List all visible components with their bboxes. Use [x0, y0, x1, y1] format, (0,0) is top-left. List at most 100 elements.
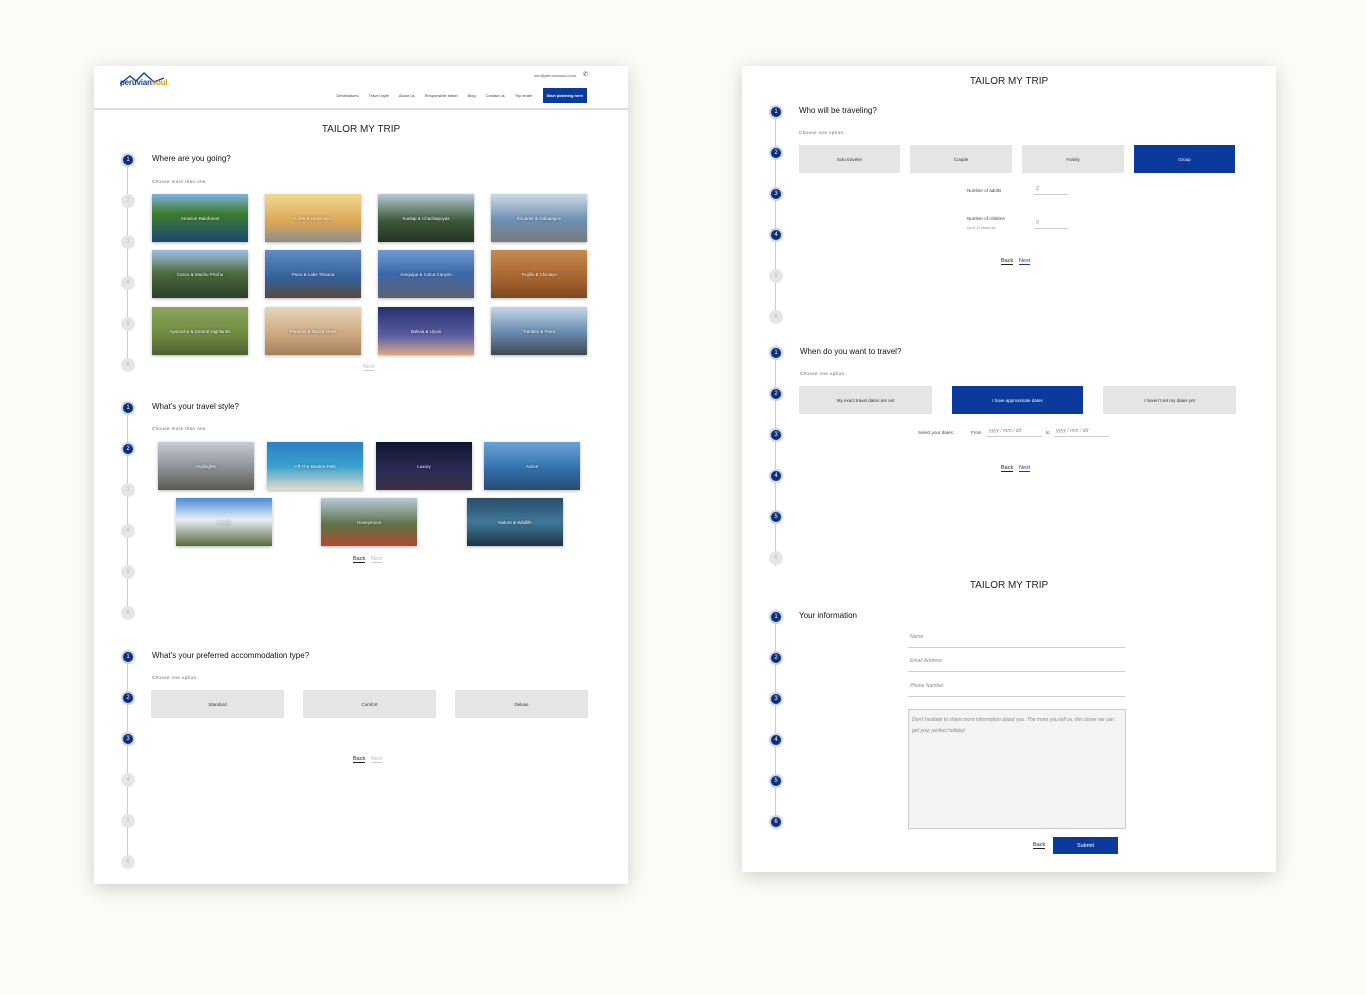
- step-4: 4: [121, 276, 135, 290]
- step-rail: [127, 656, 128, 862]
- from-date-input[interactable]: yyyy / mm / dd: [987, 426, 1042, 437]
- destination-tile[interactable]: Ecuador & Galapagos: [491, 194, 587, 242]
- name-input[interactable]: Name: [908, 632, 1125, 648]
- accommodation-option[interactable]: Standard: [151, 690, 284, 718]
- traveler-option[interactable]: Family: [1022, 145, 1124, 173]
- back-link[interactable]: Back: [1033, 842, 1046, 849]
- step-2: 2: [769, 651, 783, 665]
- email-input[interactable]: Email Address: [908, 656, 1125, 672]
- destination-tile[interactable]: Kuelap & Chachapoyas: [378, 194, 474, 242]
- accommodation-option[interactable]: Comfort: [303, 690, 436, 718]
- step-6: 6: [769, 310, 783, 324]
- style-tile[interactable]: Highlights: [158, 442, 254, 490]
- children-input[interactable]: 0: [1034, 218, 1068, 229]
- site-logo[interactable]: peruviansoul: [120, 78, 168, 87]
- nav-travel-style[interactable]: Travel style: [369, 93, 389, 98]
- style-tile[interactable]: Luxury: [376, 442, 472, 490]
- destination-tile[interactable]: Cusco & Machu Picchu: [152, 250, 248, 298]
- step-2: 2: [121, 194, 135, 208]
- select-dates-label: Select your dates:: [918, 430, 955, 435]
- destination-tile[interactable]: Lima & Huancayo: [265, 194, 361, 242]
- nav-blog[interactable]: Blog: [468, 93, 476, 98]
- dates-option[interactable]: I haven't set my dates yet: [1103, 386, 1236, 414]
- step-4: 4: [769, 469, 783, 483]
- step-1: 1: [769, 610, 783, 624]
- destination-tile[interactable]: Tumbes & Piura: [491, 307, 587, 355]
- destination-tile[interactable]: Puno & Lake Titicaca: [265, 250, 361, 298]
- step-5: 5: [769, 510, 783, 524]
- submit-button[interactable]: Submit: [1053, 837, 1118, 854]
- next-link[interactable]: Next: [371, 556, 383, 563]
- next-link[interactable]: Next: [1019, 258, 1031, 265]
- step-3: 3: [769, 692, 783, 706]
- back-link[interactable]: Back: [1001, 258, 1014, 265]
- next-link[interactable]: Next: [1019, 465, 1031, 472]
- start-planning-button[interactable]: Start planning here: [542, 87, 587, 103]
- destination-tile[interactable]: Amazon Rainforest: [152, 194, 248, 242]
- style-tile[interactable]: Nature & Wildlife: [467, 498, 563, 546]
- message-textarea[interactable]: Don't hesitate to share more information…: [908, 709, 1126, 829]
- step-2: 2: [769, 146, 783, 160]
- phone-icon[interactable]: ✆: [583, 71, 588, 78]
- destination-tile[interactable]: Bolivia & Uyuni: [378, 307, 474, 355]
- step-5: 5: [121, 317, 135, 331]
- style-question: What's your travel style?: [152, 402, 239, 411]
- destination-tile[interactable]: Arequipa & Colca Canyon: [378, 250, 474, 298]
- step-1: 1: [121, 401, 135, 415]
- back-link[interactable]: Back: [353, 556, 366, 563]
- destination-tile[interactable]: Ayacucho & Central Highlands: [152, 307, 248, 355]
- dates-option-selected[interactable]: I have approximate dates: [952, 386, 1083, 414]
- dates-option[interactable]: My exact travel dates are set: [799, 386, 932, 414]
- dates-question: When do you want to travel?: [800, 347, 902, 356]
- back-link[interactable]: Back: [353, 756, 366, 763]
- step-3: 3: [121, 235, 135, 249]
- nav-about[interactable]: About us: [399, 93, 415, 98]
- to-label: to: [1046, 430, 1050, 435]
- to-date-input[interactable]: yyyy / mm / dd: [1054, 426, 1109, 437]
- dates-hint: Choose one option.: [800, 371, 847, 376]
- step-1: 1: [121, 650, 135, 664]
- nav-trip-finder[interactable]: Trip finder: [515, 93, 533, 98]
- header-divider: [94, 108, 628, 110]
- style-tile[interactable]: Off-The-Beaten-Path: [267, 442, 363, 490]
- nav-contact[interactable]: Contact us: [486, 93, 505, 98]
- travelers-hint: Choose one option.: [799, 130, 846, 135]
- style-hint: Choose more than one.: [152, 426, 208, 431]
- right-panel: TAILOR MY TRIP 1 2 3 4 5 6 Who will be t…: [742, 66, 1276, 872]
- step-1: 1: [769, 346, 783, 360]
- page-title: TAILOR MY TRIP: [969, 76, 1049, 87]
- page-title: TAILOR MY TRIP: [969, 580, 1049, 591]
- adults-label: Number of adults: [967, 188, 1002, 193]
- destination-hint: Choose more than one.: [152, 179, 208, 184]
- step-4: 4: [769, 733, 783, 747]
- header-email[interactable]: info@peruviansoul.com: [534, 73, 576, 78]
- nav-responsible-travel[interactable]: Responsible travel: [425, 93, 458, 98]
- traveler-option-selected[interactable]: Group: [1134, 145, 1235, 173]
- adults-input[interactable]: 2: [1034, 184, 1068, 195]
- step-6: 6: [769, 551, 783, 565]
- destination-tile[interactable]: Paracas & Nazca Lines: [265, 307, 361, 355]
- accommodation-hint: Choose one option.: [152, 675, 199, 680]
- traveler-option[interactable]: Solo traveler: [799, 145, 900, 173]
- step-6: 6: [121, 606, 135, 620]
- destination-question: Where are you going?: [152, 154, 231, 163]
- accommodation-option[interactable]: Deluxe: [455, 690, 588, 718]
- next-link[interactable]: Next: [363, 364, 375, 371]
- destination-tile[interactable]: Trujillo & Chiclayo: [491, 250, 587, 298]
- step-5: 5: [769, 774, 783, 788]
- style-tile[interactable]: Honeymoon: [321, 498, 417, 546]
- step-3: 3: [769, 187, 783, 201]
- style-tile[interactable]: Active: [484, 442, 580, 490]
- style-tile[interactable]: Family: [176, 498, 272, 546]
- back-link[interactable]: Back: [1001, 465, 1014, 472]
- travelers-question: Who will be traveling?: [799, 106, 877, 115]
- step-5: 5: [121, 814, 135, 828]
- next-link[interactable]: Next: [371, 756, 383, 763]
- step-rail: [127, 408, 128, 614]
- step-2: 2: [121, 691, 135, 705]
- step-4: 4: [121, 524, 135, 538]
- traveler-option[interactable]: Couple: [910, 145, 1012, 173]
- nav-destinations[interactable]: Destinations: [337, 93, 359, 98]
- left-panel: peruviansoul info@peruviansoul.com ✆ Des…: [94, 66, 628, 884]
- phone-input[interactable]: Phone Number: [908, 681, 1125, 697]
